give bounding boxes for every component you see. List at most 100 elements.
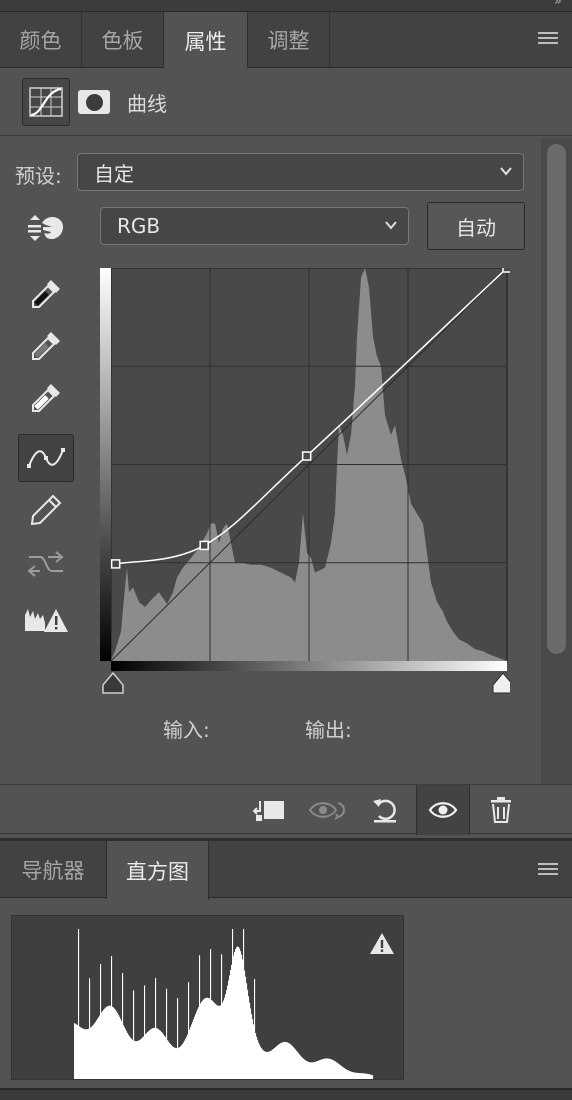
histogram-bar <box>85 1029 87 1079</box>
histogram-bar <box>270 1050 272 1079</box>
pencil-icon[interactable] <box>18 486 74 534</box>
eye-icon[interactable] <box>416 785 470 835</box>
curves-adjustment-icon[interactable] <box>22 78 70 126</box>
histogram-bar <box>115 1009 117 1079</box>
histogram-bar <box>215 1003 217 1079</box>
histogram-bar <box>241 954 243 1079</box>
histogram-bar <box>145 1034 147 1079</box>
histogram-bar <box>231 964 233 1079</box>
histogram-bar <box>120 1018 122 1079</box>
histogram-bar <box>132 1039 134 1079</box>
histogram-bar <box>123 1025 125 1079</box>
histogram-bar <box>183 1042 185 1079</box>
auto-button[interactable]: 自动 <box>427 202 525 250</box>
histogram-bar <box>269 1051 271 1079</box>
histogram-bar <box>250 1008 252 1079</box>
histogram-bar <box>364 1073 366 1079</box>
histogram-bar <box>200 1003 202 1079</box>
histogram-bar <box>328 1058 330 1079</box>
histogram-bar <box>182 1043 184 1079</box>
curve-control-point[interactable] <box>199 540 209 551</box>
eyedropper-black-icon[interactable] <box>18 270 74 318</box>
histogram-bar <box>75 1023 77 1079</box>
histogram-bar <box>126 1031 128 1079</box>
eyedropper-gray-icon[interactable] <box>18 322 74 370</box>
tab-color[interactable]: 颜色 <box>0 12 82 68</box>
clipping-warning-icon[interactable] <box>18 596 74 644</box>
histogram-bar <box>252 1019 254 1079</box>
histogram-bar <box>244 970 246 1079</box>
histogram-bar <box>178 1047 180 1079</box>
histogram-bar <box>136 1041 138 1079</box>
channel-dropdown[interactable]: RGB <box>100 207 409 245</box>
histogram-bar <box>74 1023 76 1079</box>
panel-menu-icon[interactable] <box>538 863 558 877</box>
trash-icon[interactable] <box>476 785 526 835</box>
histogram-bar <box>253 1024 255 1079</box>
histogram-bar <box>370 1074 372 1079</box>
mask-icon[interactable] <box>78 90 110 114</box>
tab-adjustments[interactable]: 调整 <box>248 12 330 68</box>
histogram-bar <box>343 1067 345 1079</box>
panel-menu-icon[interactable] <box>538 32 558 46</box>
histogram-bar <box>167 1040 169 1079</box>
histogram-bar <box>116 1011 118 1079</box>
scrollbar-thumb[interactable] <box>547 144 566 654</box>
histogram-bar <box>335 1061 337 1079</box>
histogram-bar <box>304 1059 306 1079</box>
histogram-bar <box>336 1062 338 1079</box>
curve-control-point[interactable] <box>502 263 512 273</box>
histogram-bar <box>312 1062 314 1079</box>
histogram-bar <box>161 1031 163 1079</box>
curve-control-point[interactable] <box>110 559 121 569</box>
channel-value: RGB <box>117 214 161 238</box>
properties-scrollbar[interactable] <box>541 138 572 788</box>
histogram-bar <box>341 1065 343 1079</box>
curve-control-point[interactable] <box>301 451 312 461</box>
reset-icon[interactable] <box>360 785 410 835</box>
histogram-bar <box>78 929 80 1079</box>
curve-edit-icon[interactable] <box>18 434 74 482</box>
histogram-bar <box>242 959 244 1079</box>
histogram-bar <box>249 1002 251 1079</box>
white-point-slider[interactable] <box>492 672 514 694</box>
warning-triangle-icon[interactable] <box>370 933 394 954</box>
tab-swatches[interactable]: 色板 <box>82 12 164 68</box>
tab-histogram[interactable]: 直方图 <box>107 841 209 900</box>
tab-navigator[interactable]: 导航器 <box>0 841 107 899</box>
histogram-bar <box>316 1061 318 1079</box>
histogram-bar <box>349 1071 351 1079</box>
histogram-bar <box>209 998 211 1079</box>
histogram-bar <box>211 999 213 1079</box>
histogram-bar <box>320 1059 322 1079</box>
histogram-bar <box>162 1033 164 1079</box>
eyedropper-white-icon[interactable] <box>18 374 74 422</box>
input-label: 输入: <box>163 718 210 742</box>
histogram-bar <box>188 982 190 1079</box>
smooth-curve-icon[interactable] <box>18 540 74 588</box>
hand-drag-icon[interactable] <box>18 204 74 252</box>
histogram-bar <box>251 1014 253 1079</box>
histogram-bar <box>199 955 201 1079</box>
tab-properties[interactable]: 属性 <box>164 12 248 69</box>
collapse-panels-icon[interactable]: » <box>554 0 562 9</box>
histogram-bar <box>109 1005 111 1079</box>
black-point-slider[interactable] <box>102 671 124 694</box>
histogram-bar <box>198 1007 200 1079</box>
histogram-bar <box>201 1001 203 1079</box>
histogram-bar <box>179 1047 181 1079</box>
curves-graph[interactable] <box>100 263 514 698</box>
histogram-bar <box>264 1051 266 1079</box>
histogram-bar <box>154 1027 156 1079</box>
histogram-bar <box>366 1073 368 1079</box>
histogram-bar <box>350 1071 352 1079</box>
histogram-bar <box>344 1068 346 1079</box>
histogram-bar <box>265 1051 267 1079</box>
preset-dropdown[interactable]: 自定 <box>77 153 524 191</box>
histogram-bar <box>88 1028 90 1079</box>
view-previous-icon[interactable] <box>303 785 353 835</box>
histogram-bar <box>296 1050 298 1079</box>
clip-to-layer-icon[interactable] <box>244 785 294 835</box>
histogram-bar <box>248 996 250 1079</box>
histogram-bar <box>281 1042 283 1079</box>
